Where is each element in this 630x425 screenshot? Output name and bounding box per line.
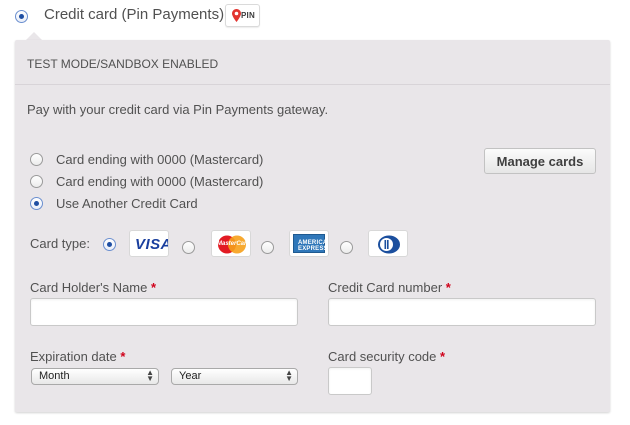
diners-club-icon <box>378 235 400 254</box>
expiration-label-text: Expiration date <box>30 349 117 364</box>
visa-logo[interactable]: VISA <box>129 230 169 257</box>
diners-club-logo[interactable] <box>368 230 408 257</box>
card-type-label: Card type: <box>30 236 90 251</box>
expiration-month-value: Month <box>39 370 70 382</box>
panel-divider <box>15 84 610 85</box>
holder-name-required-mark: * <box>150 280 157 295</box>
pin-payments-logo: PIN <box>225 4 260 27</box>
payment-method-title[interactable]: Credit card (Pin Payments) <box>44 6 224 23</box>
security-code-input[interactable] <box>328 367 372 395</box>
select-arrows-icon: ▲ ▼ <box>146 368 154 383</box>
saved-card-label-1[interactable]: Card ending with 0000 (Mastercard) <box>56 152 263 167</box>
card-type-radio-diners[interactable] <box>340 241 353 254</box>
expiration-year-select[interactable]: Year ▲ ▼ <box>171 368 298 385</box>
select-arrows-icon: ▲ ▼ <box>285 368 293 383</box>
expiration-year-value: Year <box>179 370 202 382</box>
card-number-label: Credit Card number * <box>328 280 451 295</box>
payment-method-header[interactable]: Credit card (Pin Payments) PIN <box>0 0 630 36</box>
gateway-description: Pay with your credit card via Pin Paymen… <box>27 102 329 117</box>
card-type-radio-amex[interactable] <box>261 241 274 254</box>
security-code-label-text: Card security code <box>328 349 437 364</box>
card-number-input[interactable] <box>328 298 596 326</box>
visa-logo-text: VISA <box>135 236 169 253</box>
manage-cards-button[interactable]: Manage cards <box>484 148 596 174</box>
saved-card-label-2[interactable]: Card ending with 0000 (Mastercard) <box>56 174 263 189</box>
holder-name-label-text: Card Holder's Name <box>30 280 148 295</box>
saved-card-radio-1[interactable] <box>30 153 43 166</box>
expiration-label: Expiration date * <box>30 349 125 364</box>
amex-logo-text: AMERICAN EXPRESS <box>298 240 329 252</box>
payment-method-radio[interactable] <box>15 10 28 23</box>
test-mode-notice: TEST MODE/SANDBOX ENABLED <box>27 57 219 71</box>
mastercard-logo[interactable]: MasterCard <box>211 230 251 257</box>
amex-logo[interactable]: AMERICAN EXPRESS <box>289 230 329 257</box>
amex-box: AMERICAN EXPRESS <box>293 234 328 253</box>
pin-marker-icon <box>232 9 241 22</box>
expiration-required-mark: * <box>120 349 126 364</box>
saved-card-radio-2[interactable] <box>30 175 43 188</box>
card-type-radio-visa[interactable] <box>103 238 116 251</box>
pin-logo-text: PIN <box>241 11 255 20</box>
card-type-radio-mastercard[interactable] <box>182 241 195 254</box>
security-code-label: Card security code * <box>328 349 445 364</box>
expiration-month-select[interactable]: Month ▲ ▼ <box>31 368 159 385</box>
card-number-required-mark: * <box>445 280 451 295</box>
security-code-required-mark: * <box>440 349 446 364</box>
card-number-label-text: Credit Card number <box>328 280 443 295</box>
holder-name-input[interactable] <box>30 298 298 326</box>
mastercard-logo-text: MasterCard <box>217 241 251 247</box>
new-card-radio[interactable] <box>30 197 43 210</box>
new-card-label[interactable]: Use Another Credit Card <box>56 196 198 211</box>
holder-name-label: Card Holder's Name * <box>30 280 156 295</box>
